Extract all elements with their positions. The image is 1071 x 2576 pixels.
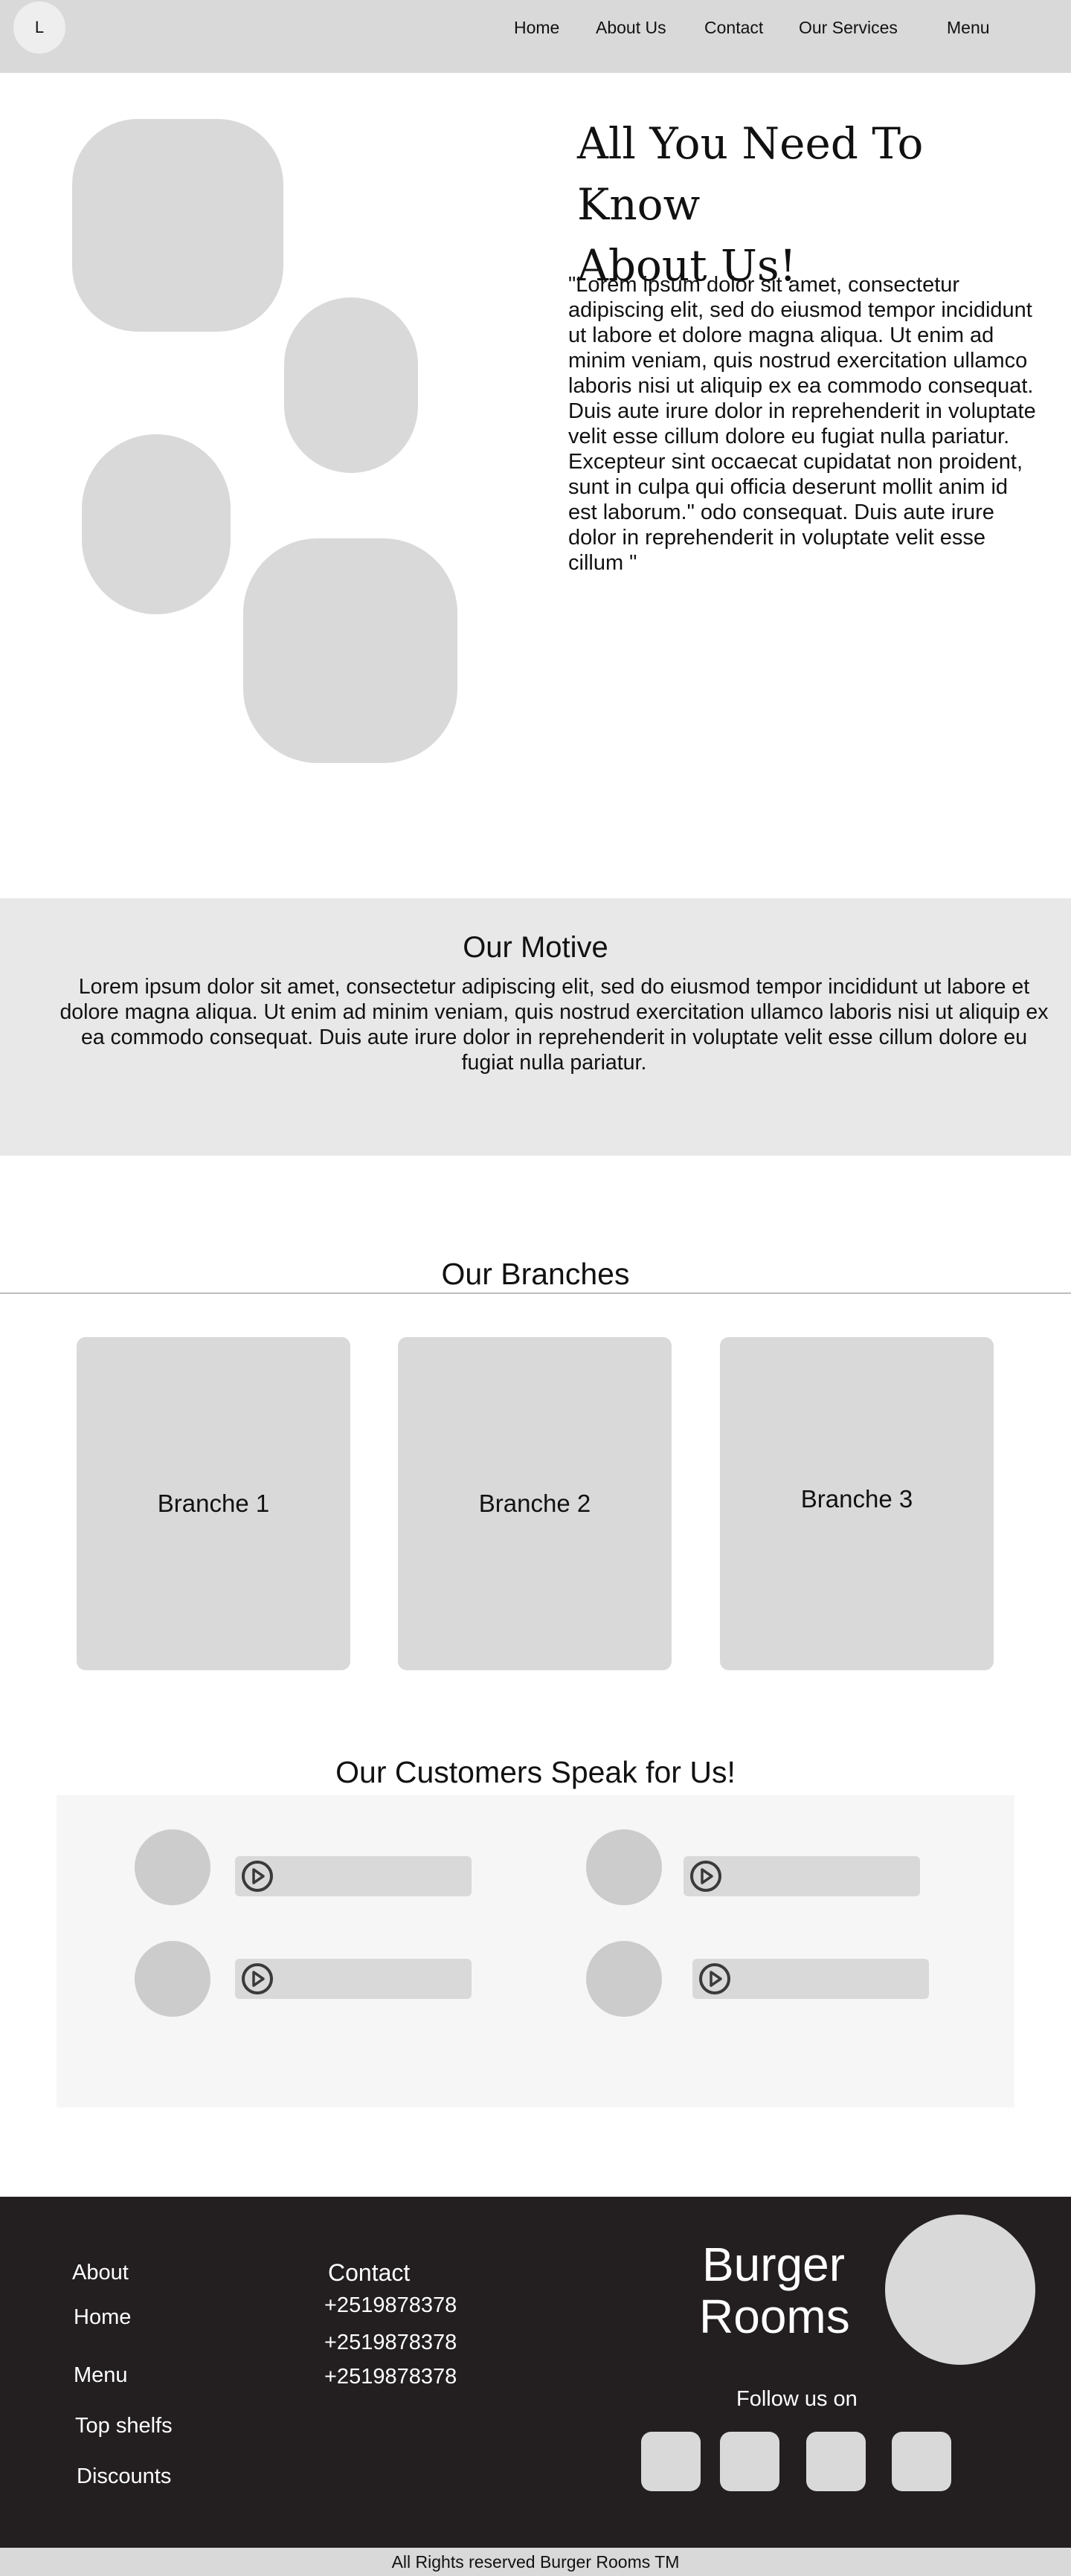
branch-label: Branche 3 [800, 1485, 913, 1513]
branch-label: Branche 1 [157, 1490, 270, 1517]
phone-number[interactable]: +2519878378 [324, 2293, 457, 2318]
logo[interactable]: L [13, 1, 65, 54]
nav-contact[interactable]: Contact [704, 18, 763, 38]
motive-section: Our Motive Lorem ipsum dolor sit amet, c… [0, 898, 1071, 1156]
customer-avatar [135, 1829, 210, 1905]
nav-home[interactable]: Home [514, 18, 559, 38]
image-placeholder-4 [243, 538, 457, 763]
nav-our-services[interactable]: Our Services [799, 18, 898, 38]
branch-label: Branche 2 [478, 1490, 591, 1517]
customer-avatar [135, 1941, 210, 2017]
phone-number[interactable]: +2519878378 [324, 2365, 457, 2389]
motive-title: Our Motive [463, 931, 608, 964]
contact-heading: Contact [328, 2259, 411, 2286]
motive-text: Lorem ipsum dolor sit amet, consectetur … [60, 975, 1049, 1075]
play-circle-icon[interactable] [698, 1962, 731, 1995]
about-text: "Lorem ipsum dolor sit amet, consectetur… [568, 273, 1036, 575]
footer-link-discounts[interactable]: Discounts [77, 2464, 171, 2489]
customer-avatar [586, 1941, 662, 2017]
play-circle-icon[interactable] [241, 1962, 274, 1995]
audio-player[interactable] [692, 1959, 929, 1999]
image-placeholder-2 [284, 297, 418, 473]
testimonials-title: Our Customers Speak for Us! [335, 1755, 736, 1789]
navbar: L Home About Us Contact Our Services Men… [0, 0, 1071, 73]
branch-card-3[interactable]: Branche 3 [720, 1337, 994, 1670]
copyright-text: All Rights reserved Burger Rooms TM [391, 2551, 680, 2572]
follow-label: Follow us on [736, 2387, 858, 2411]
play-circle-icon[interactable] [241, 1860, 274, 1893]
image-placeholder-1 [72, 119, 283, 332]
phone-number[interactable]: +2519878378 [324, 2331, 457, 2355]
social-icon-3[interactable] [806, 2432, 866, 2491]
audio-player[interactable] [235, 1959, 472, 1999]
brand-line1: Burger [701, 2238, 846, 2291]
social-icon-1[interactable] [641, 2432, 701, 2491]
branch-card-2[interactable]: Branche 2 [398, 1337, 672, 1670]
nav-about-us[interactable]: About Us [596, 18, 666, 38]
social-icon-2[interactable] [720, 2432, 779, 2491]
audio-player[interactable] [235, 1856, 472, 1896]
brand-logo [885, 2215, 1035, 2365]
branches-title: Our Branches [441, 1257, 630, 1291]
brand-name: Burger Rooms [699, 2238, 850, 2343]
footer-link-menu[interactable]: Menu [74, 2363, 128, 2388]
divider [0, 1292, 1071, 1294]
about-title-line1: All You Need To Know [577, 118, 924, 230]
play-circle-icon[interactable] [689, 1860, 722, 1893]
testimonials-panel [57, 1795, 1014, 2108]
audio-player[interactable] [684, 1856, 920, 1896]
nav-menu[interactable]: Menu [947, 18, 990, 38]
footer-link-home[interactable]: Home [74, 2305, 131, 2330]
customer-avatar [586, 1829, 662, 1905]
image-placeholder-3 [82, 434, 231, 614]
branch-card-1[interactable]: Branche 1 [77, 1337, 350, 1670]
social-icon-4[interactable] [892, 2432, 951, 2491]
footer-link-about[interactable]: About [72, 2261, 129, 2285]
copyright-bar: All Rights reserved Burger Rooms TM [0, 2548, 1071, 2576]
logo-letter: L [34, 18, 45, 36]
about-title: All You Need To Know About Us! [577, 113, 1038, 296]
footer: About Home Menu Top shelfs Discounts Con… [0, 2197, 1071, 2548]
brand-line2: Rooms [699, 2290, 850, 2343]
footer-link-top-shelfs[interactable]: Top shelfs [75, 2414, 173, 2438]
